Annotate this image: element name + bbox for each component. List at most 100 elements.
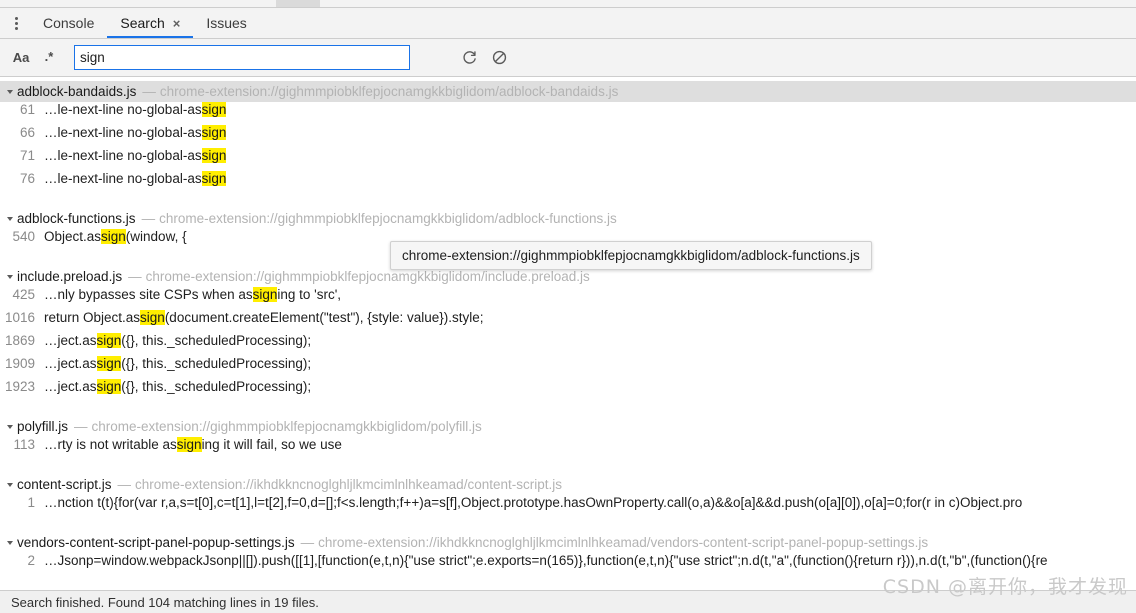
chevron-down-icon[interactable] [7, 216, 13, 221]
file-url: chrome-extension://ikhdkkncnoglghljlkmci… [318, 535, 929, 550]
tab-console[interactable]: Console [30, 8, 107, 38]
match-text: Object.assign(window, { [44, 229, 187, 244]
search-toolbar: Aa .* [0, 39, 1136, 77]
match-row[interactable]: 1016 return Object.assign(document.create… [0, 310, 1136, 333]
file-url: chrome-extension://gighmmpiobklfepjocnam… [159, 211, 617, 226]
file-group-header[interactable]: content-script.js — chrome-extension://ikh… [0, 474, 1136, 495]
match-text-post: ing to 'src', [277, 287, 342, 302]
status-text: Search finished. Found 104 matching line… [11, 594, 319, 610]
match-text-post: (window, { [125, 229, 187, 244]
tab-issues[interactable]: Issues [193, 8, 259, 38]
match-text: …nction t(t){for(var r,a,s=t[0],c=t[1],l… [44, 495, 1022, 510]
match-highlight: sign [96, 379, 122, 394]
match-text: …le-next-line no-global-assign [44, 125, 227, 140]
match-row[interactable]: 1 …nction t(t){for(var r,a,s=t[0],c=t[1],… [0, 495, 1136, 518]
line-number: 1 [27, 495, 35, 510]
file-name: adblock-bandaids.js [17, 84, 137, 99]
line-number: 61 [19, 102, 35, 117]
file-group-header[interactable]: adblock-functions.js — chrome-extension://… [0, 208, 1136, 229]
match-text-pre: …ject.as [44, 333, 97, 348]
match-text-post: (document.createElement("test"), {style:… [164, 310, 484, 325]
match-text: return Object.assign(document.createElem… [44, 310, 484, 325]
more-dots [14, 16, 18, 30]
file-url-separator: — [74, 419, 88, 434]
file-name: content-script.js [17, 477, 112, 492]
match-text: …le-next-line no-global-assign [44, 102, 227, 117]
match-text: …le-next-line no-global-assign [44, 171, 227, 186]
line-number: 1016 [4, 310, 35, 325]
match-text-pre: …le-next-line no-global-as [44, 171, 202, 186]
chevron-down-icon[interactable] [7, 89, 13, 94]
file-group: polyfill.js — chrome-extension://gighmmpio… [0, 416, 1136, 460]
chevron-down-icon[interactable] [7, 424, 13, 429]
match-text: …ject.assign({}, this._scheduledProcessi… [44, 379, 311, 394]
match-row[interactable]: 76 …le-next-line no-global-assign [0, 171, 1136, 194]
match-row[interactable]: 61 …le-next-line no-global-assign [0, 102, 1136, 125]
match-highlight: sign [96, 333, 122, 348]
file-url-separator: — [117, 477, 132, 492]
panel-top-strip [0, 0, 1136, 8]
match-text-pre: …ject.as [44, 379, 97, 394]
match-text-pre: …Jsonp=window.webpackJsonp||[]).push([[1… [44, 553, 1048, 568]
match-text-post: ({}, this._scheduledProcessing); [121, 333, 312, 348]
close-icon[interactable]: × [173, 17, 181, 30]
panel-drag-handle[interactable] [276, 0, 320, 7]
match-text-pre: …ject.as [44, 356, 97, 371]
match-row[interactable]: 2 …Jsonp=window.webpackJsonp||[]).push([[… [0, 553, 1136, 576]
file-group-header[interactable]: vendors-content-script-panel-popup-setti… [0, 532, 1136, 553]
line-number: 2 [27, 553, 35, 568]
match-highlight: sign [201, 125, 227, 140]
line-number: 1923 [4, 379, 35, 394]
line-number: 540 [12, 229, 35, 244]
clear-icon[interactable] [484, 45, 514, 71]
file-name: polyfill.js [17, 419, 69, 434]
chevron-down-icon[interactable] [7, 482, 13, 487]
file-url-separator: — [142, 84, 156, 99]
refresh-icon[interactable] [454, 45, 484, 71]
match-text-pre: …rty is not writable as [44, 437, 177, 452]
match-row[interactable]: 1909 …ject.assign({}, this._scheduledProc… [0, 356, 1136, 379]
file-url-separator: — [300, 535, 315, 550]
chevron-down-icon[interactable] [7, 274, 13, 279]
match-text: …le-next-line no-global-assign [44, 148, 227, 163]
file-name: vendors-content-script-panel-popup-setti… [17, 535, 295, 550]
file-group: vendors-content-script-panel-popup-setti… [0, 532, 1136, 576]
chevron-down-icon[interactable] [7, 540, 13, 545]
file-name: include.preload.js [17, 269, 123, 284]
more-vertical-icon[interactable] [2, 8, 30, 38]
file-group-header[interactable]: polyfill.js — chrome-extension://gighmmpio… [0, 416, 1136, 437]
match-text: …ject.assign({}, this._scheduledProcessi… [44, 333, 311, 348]
match-row[interactable]: 113 …rty is not writable assigning it wil… [0, 437, 1136, 460]
search-input[interactable] [74, 45, 410, 70]
file-url: chrome-extension://gighmmpiobklfepjocnam… [145, 269, 590, 284]
file-url-separator: — [141, 211, 156, 226]
match-highlight: sign [176, 437, 202, 452]
tab-search[interactable]: Search × [107, 8, 194, 38]
match-row[interactable]: 425 …nly bypasses site CSPs when assignin… [0, 287, 1136, 310]
match-row[interactable]: 1869 …ject.assign({}, this._scheduledProc… [0, 333, 1136, 356]
file-group-header[interactable]: adblock-bandaids.js — chrome-extension://g… [0, 81, 1136, 102]
line-number: 1909 [4, 356, 35, 371]
match-text-pre: Object.as [44, 229, 102, 244]
file-group: adblock-bandaids.js — chrome-extension://g… [0, 81, 1136, 194]
match-case-toggle[interactable]: Aa [8, 46, 34, 70]
match-text: …ject.assign({}, this._scheduledProcessi… [44, 356, 311, 371]
match-row[interactable]: 1923 …ject.assign({}, this._scheduledProc… [0, 379, 1136, 402]
status-bar: Search finished. Found 104 matching line… [0, 590, 1136, 613]
tab-bar: Console Search × Issues [0, 8, 1136, 39]
line-number: 66 [19, 125, 35, 140]
match-row[interactable]: 71 …le-next-line no-global-assign [0, 148, 1136, 171]
search-results-list[interactable]: adblock-bandaids.js — chrome-extension://g… [0, 77, 1136, 590]
line-number: 76 [19, 171, 35, 186]
match-text-pre: …nly bypasses site CSPs when as [44, 287, 253, 302]
tab-label: Search [120, 15, 165, 31]
match-text-pre: …nction t(t){for(var r,a,s=t[0],c=t[1],l… [44, 495, 1023, 510]
match-text-post: ({}, this._scheduledProcessing); [121, 356, 312, 371]
match-row[interactable]: 66 …le-next-line no-global-assign [0, 125, 1136, 148]
regex-toggle[interactable]: .* [36, 46, 62, 70]
match-text: …Jsonp=window.webpackJsonp||[]).push([[1… [44, 553, 1048, 568]
